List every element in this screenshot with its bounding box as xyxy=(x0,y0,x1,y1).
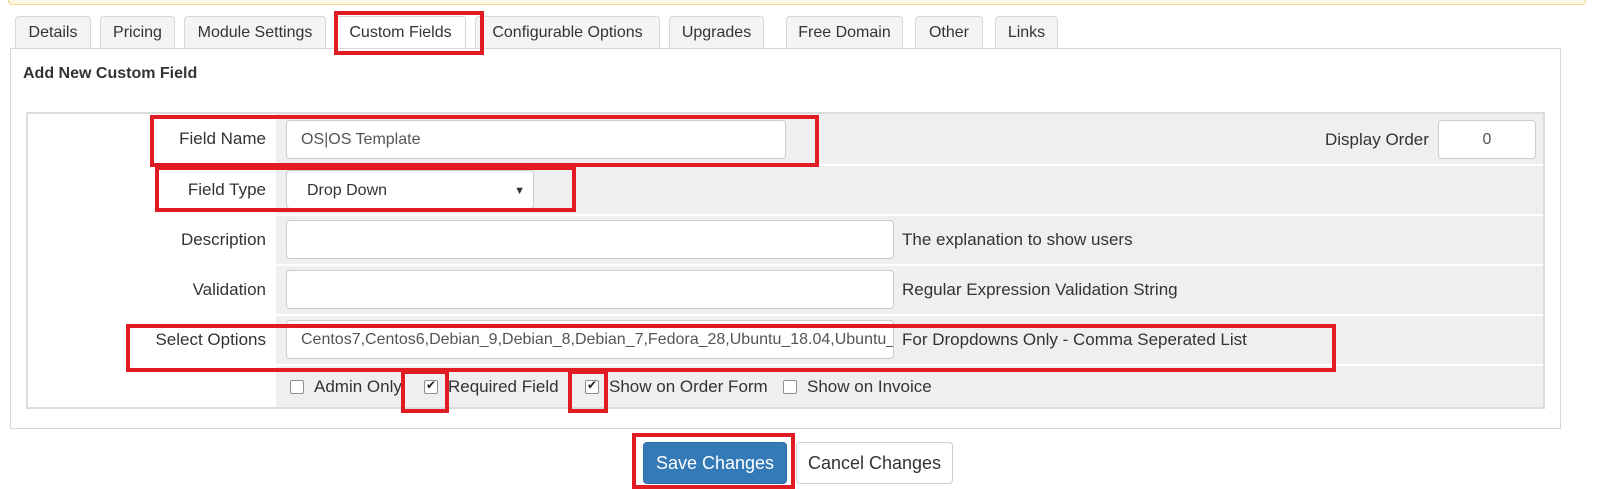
show-on-order-form-option[interactable]: Show on Order Form xyxy=(585,377,768,397)
show-on-order-form-label: Show on Order Form xyxy=(609,377,768,396)
field-type-select[interactable]: Drop Down ▼ xyxy=(286,170,534,209)
row-field-type: Field Type Drop Down ▼ xyxy=(28,166,1543,216)
description-input[interactable] xyxy=(286,220,894,259)
checkbox-row-label xyxy=(28,366,276,407)
field-name-label: Field Name xyxy=(28,114,276,164)
required-field-checkbox[interactable] xyxy=(424,378,438,394)
field-type-selected: Drop Down xyxy=(307,182,388,199)
row-validation: Validation Regular Expression Validation… xyxy=(28,266,1543,316)
select-options-input[interactable]: Centos7,Centos6,Debian_9,Debian_8,Debian… xyxy=(286,320,894,359)
display-order-label: Display Order xyxy=(1325,130,1429,149)
custom-field-form: Field Name OS|OS Template Display Order … xyxy=(26,112,1545,409)
validation-label: Validation xyxy=(28,266,276,314)
row-description: Description The explanation to show user… xyxy=(28,216,1543,266)
admin-only-label: Admin Only xyxy=(314,377,402,396)
tab-links[interactable]: Links xyxy=(995,16,1058,49)
tab-pricing[interactable]: Pricing xyxy=(100,16,175,49)
tab-details[interactable]: Details xyxy=(15,16,91,49)
panel-title: Add New Custom Field xyxy=(23,65,198,82)
validation-help: Regular Expression Validation String xyxy=(902,280,1178,299)
row-field-name: Field Name OS|OS Template Display Order … xyxy=(28,114,1543,166)
field-name-input[interactable]: OS|OS Template xyxy=(286,120,786,159)
chevron-down-icon: ▼ xyxy=(514,185,525,197)
tab-other[interactable]: Other xyxy=(915,16,983,49)
custom-field-panel: Add New Custom Field Field Name OS|OS Te… xyxy=(10,48,1561,429)
save-changes-button[interactable]: Save Changes xyxy=(643,442,787,484)
admin-only-option[interactable]: Admin Only xyxy=(290,377,402,397)
required-field-label: Required Field xyxy=(448,377,559,396)
show-on-order-form-checkbox[interactable] xyxy=(585,378,599,394)
validation-input[interactable] xyxy=(286,270,894,309)
cancel-changes-button[interactable]: Cancel Changes xyxy=(796,442,953,484)
select-options-label: Select Options xyxy=(28,316,276,364)
required-field-option[interactable]: Required Field xyxy=(424,377,559,397)
tab-configurable-options[interactable]: Configurable Options xyxy=(475,16,660,49)
tab-upgrades[interactable]: Upgrades xyxy=(669,16,764,49)
description-help: The explanation to show users xyxy=(902,230,1133,249)
display-order-input[interactable]: 0 xyxy=(1438,120,1536,159)
select-options-help: For Dropdowns Only - Comma Seperated Lis… xyxy=(902,330,1247,349)
row-checkboxes: Admin Only Required Field Show on Order … xyxy=(28,366,1543,407)
admin-only-checkbox[interactable] xyxy=(290,380,304,394)
tab-module-settings[interactable]: Module Settings xyxy=(184,16,326,49)
alert-bar-edge xyxy=(8,0,1586,5)
row-select-options: Select Options Centos7,Centos6,Debian_9,… xyxy=(28,316,1543,366)
description-label: Description xyxy=(28,216,276,264)
show-on-invoice-option[interactable]: Show on Invoice xyxy=(783,377,932,397)
tab-free-domain[interactable]: Free Domain xyxy=(786,16,903,49)
field-type-label: Field Type xyxy=(28,166,276,214)
tab-custom-fields[interactable]: Custom Fields xyxy=(335,16,466,50)
show-on-invoice-checkbox[interactable] xyxy=(783,380,797,394)
show-on-invoice-label: Show on Invoice xyxy=(807,377,932,396)
